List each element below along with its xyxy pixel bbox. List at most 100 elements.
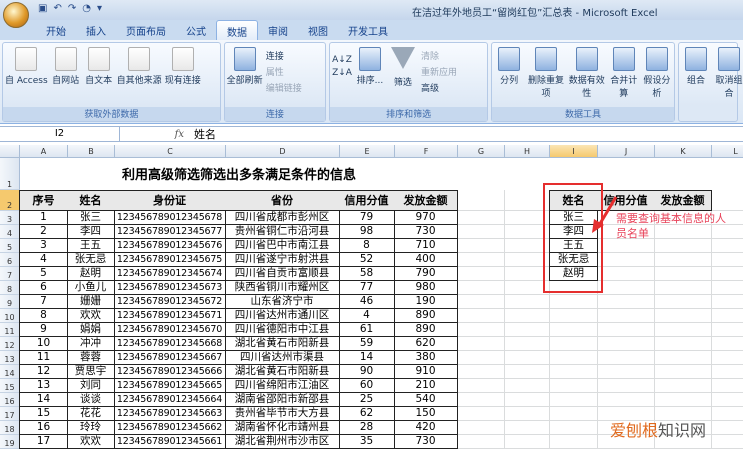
empty-cell[interactable] [458,365,505,379]
table-cell[interactable]: 123456789012345674 [114,267,226,281]
empty-cell[interactable] [598,351,655,365]
table-cell[interactable]: 210 [394,379,458,393]
tab-7[interactable]: 开发工具 [338,20,398,40]
table-cell[interactable]: 123456789012345668 [114,337,226,351]
table-cell[interactable]: 蓉蓉 [67,351,115,365]
table-cell[interactable]: 400 [394,253,458,267]
table-cell[interactable]: 四川省达州市通川区 [225,309,340,323]
filter-button[interactable]: 筛选 [388,47,418,94]
row-header-17[interactable]: 17 [0,407,20,421]
ribbon-button-external-3[interactable]: 自其他来源 [117,47,162,86]
empty-cell[interactable] [598,253,655,267]
column-header-B[interactable]: B [68,145,115,158]
row-header-4[interactable]: 4 [0,225,20,239]
empty-cell[interactable] [712,323,743,337]
empty-cell[interactable] [550,379,598,393]
connection-item-2[interactable]: 编辑链接 [266,81,302,94]
empty-cell[interactable] [458,281,505,295]
column-header-C[interactable]: C [115,145,226,158]
empty-cell[interactable] [712,253,743,267]
column-header-H[interactable]: H [505,145,550,158]
table-cell[interactable]: 380 [394,351,458,365]
row-header-18[interactable]: 18 [0,421,20,435]
ribbon-button-tools-2[interactable]: 数据有效性 [568,47,606,99]
table-cell[interactable]: 62 [339,407,395,421]
table-cell[interactable]: 四川省达州市渠县 [225,351,340,365]
ribbon-button-tools-3[interactable]: 合并计算 [609,47,639,99]
table-cell[interactable]: 3 [19,239,68,253]
table-cell[interactable]: 123456789012345673 [114,281,226,295]
empty-cell[interactable] [655,337,712,351]
table-cell[interactable]: 710 [394,239,458,253]
row-header-7[interactable]: 7 [0,267,20,281]
empty-cell[interactable] [458,351,505,365]
empty-cell[interactable] [458,421,505,435]
table-cell[interactable]: 陕西省铜川市耀州区 [225,281,340,295]
connection-item-0[interactable]: 连接 [266,49,302,62]
empty-cell[interactable] [598,365,655,379]
empty-cell[interactable] [655,309,712,323]
table-cell[interactable]: 28 [339,421,395,435]
row-header-16[interactable]: 16 [0,393,20,407]
table-cell[interactable]: 谈谈 [67,393,115,407]
empty-cell[interactable] [598,337,655,351]
row-header-1[interactable]: 1 [0,158,20,190]
empty-cell[interactable] [655,393,712,407]
empty-cell[interactable] [712,393,743,407]
table-cell[interactable]: 赵明 [67,267,115,281]
row-header-11[interactable]: 11 [0,323,20,337]
connection-item-1[interactable]: 属性 [266,65,302,78]
table-cell[interactable]: 14 [339,351,395,365]
table-cell[interactable]: 湖北省黄石市阳新县 [225,337,340,351]
table-cell[interactable]: 4 [19,253,68,267]
table-cell[interactable]: 123456789012345670 [114,323,226,337]
table-cell[interactable]: 123456789012345677 [114,225,226,239]
table-cell[interactable]: 8 [19,309,68,323]
table-cell[interactable]: 46 [339,295,395,309]
table-cell[interactable]: 123456789012345665 [114,379,226,393]
table-cell[interactable]: 1 [19,211,68,225]
table-cell[interactable]: 5 [19,267,68,281]
empty-cell[interactable] [712,295,743,309]
empty-cell[interactable] [505,351,550,365]
empty-cell[interactable] [712,309,743,323]
table-cell[interactable]: 14 [19,393,68,407]
table-cell[interactable]: 贵州省毕节市大方县 [225,407,340,421]
column-header-L[interactable]: L [712,145,743,158]
empty-cell[interactable] [712,407,743,421]
row-header-14[interactable]: 14 [0,365,20,379]
empty-cell[interactable] [550,309,598,323]
header-cell[interactable]: 省份 [225,190,340,211]
empty-cell[interactable] [458,379,505,393]
empty-cell[interactable] [598,379,655,393]
empty-cell[interactable] [550,421,598,435]
column-header-K[interactable]: K [655,145,712,158]
table-cell[interactable]: 四川省巴中市南江县 [225,239,340,253]
tab-3[interactable]: 公式 [176,20,216,40]
empty-cell[interactable] [505,337,550,351]
table-cell[interactable]: 730 [394,225,458,239]
ribbon-button-tools-0[interactable]: 分列 [494,47,524,99]
row-header-6[interactable]: 6 [0,253,20,267]
table-cell[interactable]: 123456789012345664 [114,393,226,407]
filter-item-1[interactable]: 重新应用 [421,65,457,78]
table-cell[interactable]: 6 [19,281,68,295]
table-cell[interactable]: 35 [339,435,395,449]
empty-cell[interactable] [458,295,505,309]
empty-cell[interactable] [655,267,712,281]
office-button[interactable] [3,2,29,28]
empty-cell[interactable] [458,435,505,449]
ribbon-button-tools-1[interactable]: 删除重复项 [527,47,565,99]
empty-cell[interactable] [598,323,655,337]
table-cell[interactable]: 980 [394,281,458,295]
empty-cell[interactable] [550,337,598,351]
empty-cell[interactable] [598,309,655,323]
table-cell[interactable]: 四川省成都市彭州区 [225,211,340,225]
column-header-J[interactable]: J [598,145,655,158]
sort-button[interactable]: 排序... [355,47,385,94]
empty-cell[interactable] [712,421,743,435]
empty-cell[interactable] [712,239,743,253]
column-header-F[interactable]: F [395,145,458,158]
refresh-all-button[interactable]: 全部刷新 [227,47,263,94]
table-cell[interactable]: 12 [19,365,68,379]
